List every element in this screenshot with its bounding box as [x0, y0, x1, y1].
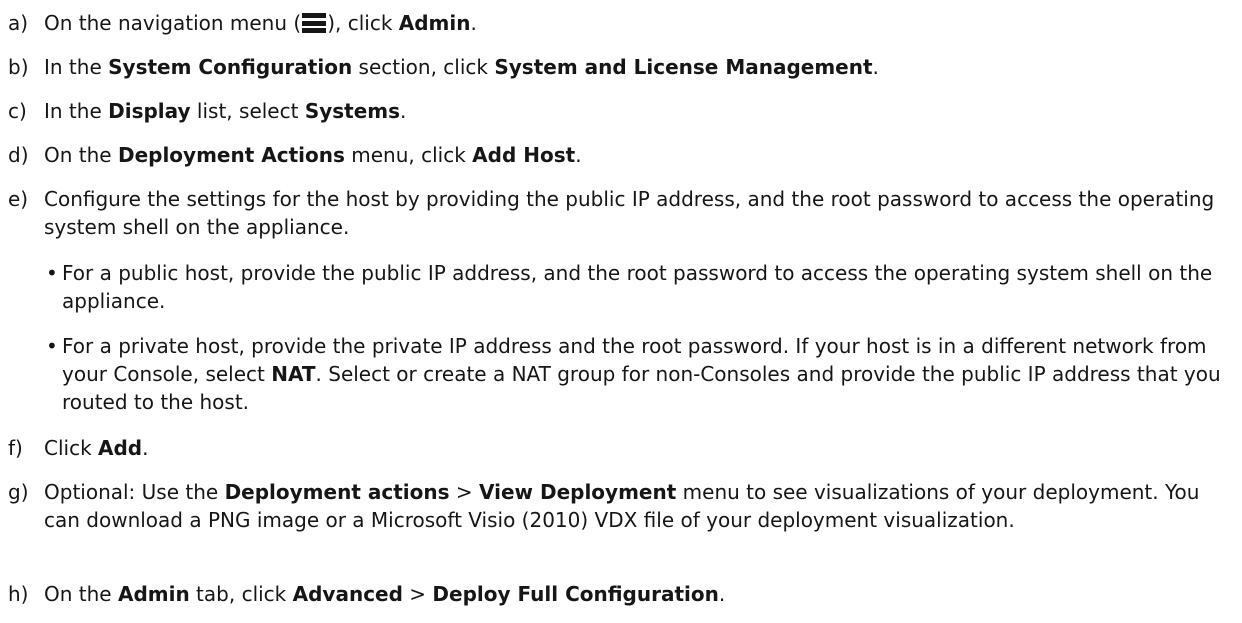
- step-text-part: >: [449, 480, 479, 504]
- ui-term-deployment-actions: Deployment actions: [224, 480, 450, 504]
- step-text-part: On the navigation menu (: [44, 11, 302, 35]
- step-marker: a): [8, 11, 29, 35]
- step-text-part: ), click: [327, 11, 399, 35]
- step-text-part: >: [402, 582, 433, 606]
- step-marker: g): [8, 480, 29, 504]
- step-d: d) On the Deployment Actions menu, click…: [8, 141, 1232, 169]
- step-text-part: Optional: Use the: [44, 480, 225, 504]
- step-text: On the Admin tab, click Advanced > Deplo…: [44, 580, 1232, 608]
- step-marker: h): [8, 582, 29, 606]
- ui-term-deploy-full-configuration: Deploy Full Configuration: [432, 582, 719, 606]
- ui-term-nat: NAT: [271, 362, 316, 386]
- step-text-part: .: [718, 582, 726, 606]
- step-text-part: Click: [44, 436, 99, 460]
- step-text-part: menu, click: [344, 143, 473, 167]
- step-marker: c): [8, 99, 27, 123]
- ui-term-admin: Admin: [398, 11, 471, 35]
- step-text-part: .: [470, 11, 477, 35]
- ui-term-admin: Admin: [117, 582, 190, 606]
- step-b: b) In the System Configuration section, …: [8, 53, 1232, 81]
- step-text: Configure the settings for the host by p…: [44, 187, 1215, 239]
- ui-term-add: Add: [98, 436, 143, 460]
- step-text-part: On the: [44, 582, 118, 606]
- ui-term-view-deployment: View Deployment: [478, 480, 677, 504]
- ui-term-add-host: Add Host: [472, 143, 576, 167]
- step-e: e) Configure the settings for the host b…: [8, 185, 1232, 241]
- step-text-part: In the: [44, 99, 109, 123]
- step-text: On the navigation menu ( ), click Admin.: [44, 9, 1232, 37]
- step-text: In the System Configuration section, cli…: [44, 53, 1232, 81]
- step-text-part: On the: [44, 143, 118, 167]
- ui-term-system-license-management: System and License Management: [494, 55, 873, 79]
- step-text: Optional: Use the Deployment actions > V…: [44, 478, 1232, 534]
- step-text-part: tab, click: [189, 582, 293, 606]
- step-marker: e): [8, 187, 29, 211]
- step-c: c) In the Display list, select Systems.: [8, 97, 1232, 125]
- step-text: In the Display list, select Systems.: [44, 97, 1232, 125]
- ui-term-display: Display: [108, 99, 191, 123]
- step-text-part: .: [400, 99, 407, 123]
- step-a: a) On the navigation menu ( ), click Admi…: [8, 9, 1232, 37]
- step-text: Click Add.: [44, 434, 1232, 462]
- ui-term-system-configuration: System Configuration: [108, 55, 353, 79]
- bullet-text: For a private host, provide the private …: [62, 332, 1232, 416]
- step-marker: b): [8, 55, 29, 79]
- step-marker: d): [8, 143, 29, 167]
- bullet-text: For a public host, provide the public IP…: [62, 261, 1213, 313]
- step-h: h) On the Admin tab, click Advanced > De…: [8, 580, 1232, 608]
- bullet-icon: •: [46, 261, 58, 285]
- bullet-icon: •: [46, 334, 58, 358]
- step-text-part: .: [142, 436, 149, 460]
- list-item: • For a private host, provide the privat…: [44, 332, 1232, 416]
- ui-term-deployment-actions: Deployment Actions: [117, 143, 345, 167]
- ui-term-systems: Systems: [304, 99, 401, 123]
- step-g: g) Optional: Use the Deployment actions …: [8, 478, 1232, 534]
- step-f: f) Click Add.: [8, 434, 1232, 462]
- step-text: On the Deployment Actions menu, click Ad…: [44, 141, 1232, 169]
- step-marker: f): [8, 436, 23, 460]
- hamburger-menu-icon: [302, 13, 327, 33]
- step-text-part: .: [575, 143, 582, 167]
- step-text-part: .: [872, 55, 879, 79]
- step-text-part: section, click: [352, 55, 495, 79]
- list-item: • For a public host, provide the public …: [44, 259, 1232, 315]
- step-text-part: list, select: [190, 99, 305, 123]
- ui-term-advanced: Advanced: [292, 582, 403, 606]
- step-text-part: In the: [44, 55, 109, 79]
